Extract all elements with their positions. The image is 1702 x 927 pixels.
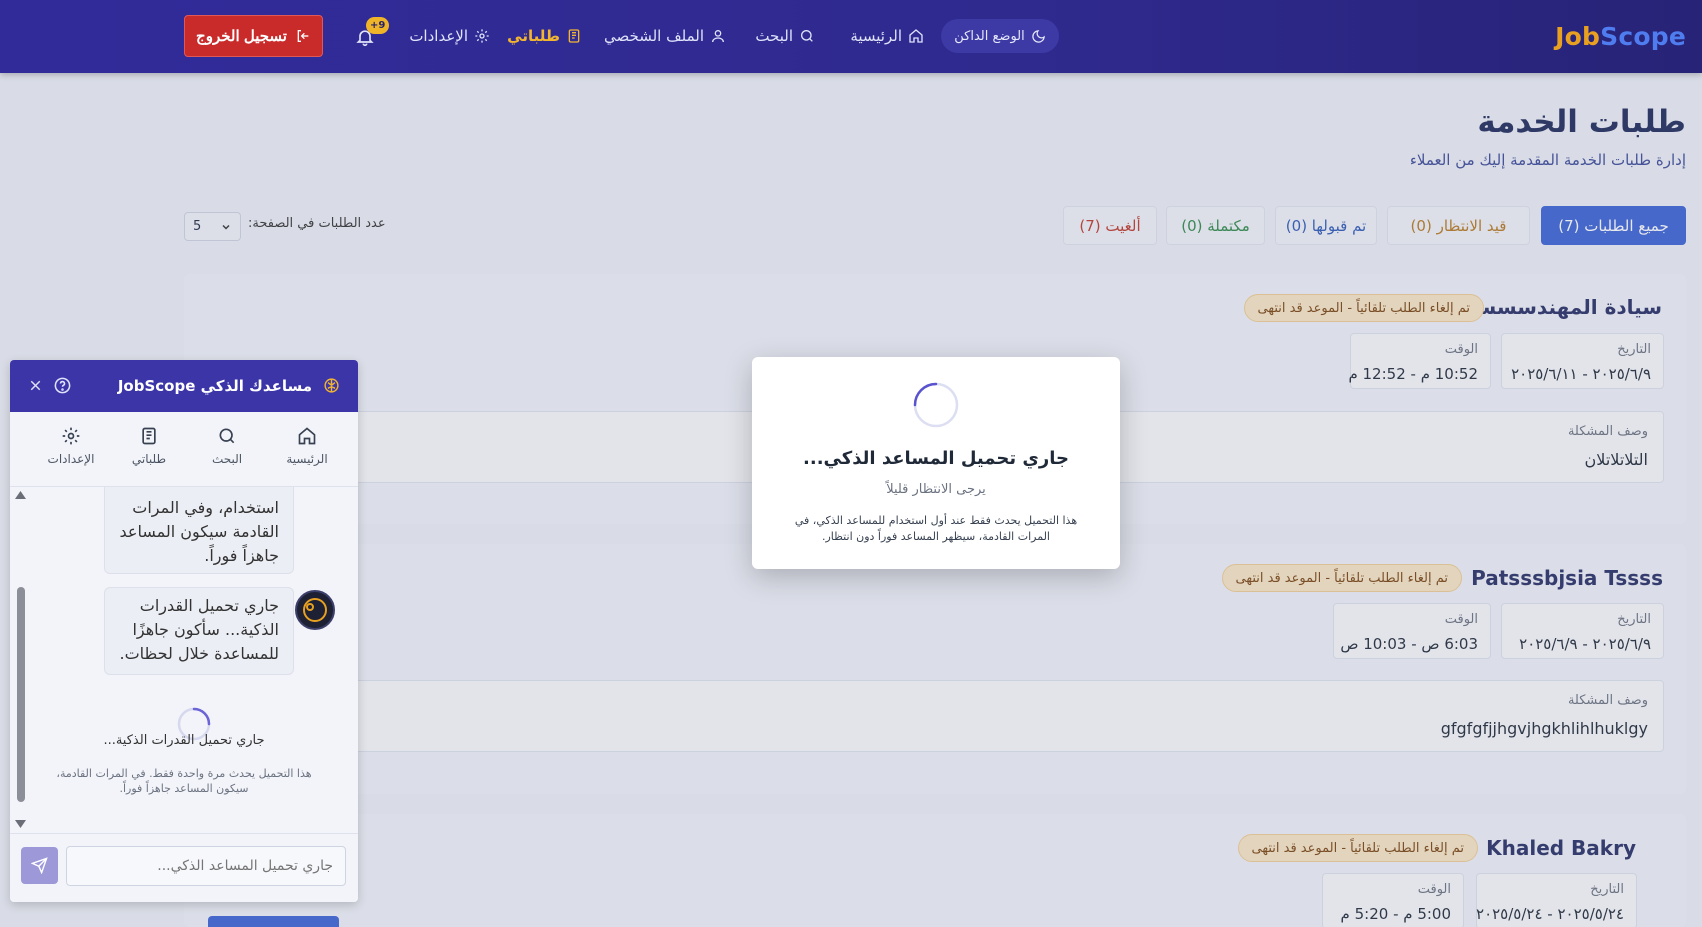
modal-title: جاري تحميل المساعد الذكي... bbox=[803, 448, 1069, 469]
top-navbar: JobScope الوضع الداكن الرئيسية البحث الم… bbox=[0, 0, 1702, 73]
chat-quick-nav: الرئيسية البحث طلباتي الإعدادات bbox=[10, 412, 358, 487]
dark-mode-toggle[interactable]: الوضع الداكن bbox=[941, 19, 1059, 53]
logout-label: تسجيل الخروج bbox=[196, 28, 287, 45]
chat-nav-settings[interactable]: الإعدادات bbox=[39, 426, 103, 466]
gear-icon bbox=[61, 426, 81, 446]
brain-icon bbox=[323, 377, 340, 394]
chat-header: مساعدك الذكي JobScope bbox=[10, 360, 358, 412]
gear-icon bbox=[474, 28, 490, 44]
chat-nav-settings-label: الإعدادات bbox=[47, 452, 95, 466]
ai-assistant-chat: مساعدك الذكي JobScope الرئيسية البحث طلب… bbox=[10, 360, 358, 902]
chat-nav-my-requests[interactable]: طلباتي bbox=[117, 426, 181, 466]
dark-mode-label: الوضع الداكن bbox=[954, 28, 1025, 44]
moon-icon bbox=[1031, 29, 1046, 44]
chat-nav-home-label: الرئيسية bbox=[286, 452, 328, 466]
loading-spinner bbox=[912, 381, 960, 429]
chat-title: مساعدك الذكي JobScope bbox=[117, 377, 312, 395]
nav-my-requests-label: طلباتي bbox=[507, 27, 560, 45]
brand-logo-part1: Job bbox=[1555, 22, 1601, 51]
nav-my-requests[interactable]: طلباتي bbox=[507, 24, 582, 48]
send-icon bbox=[31, 857, 48, 874]
chat-nav-search[interactable]: البحث bbox=[195, 426, 259, 466]
nav-profile[interactable]: الملف الشخصي bbox=[604, 24, 726, 48]
chat-scrollbar[interactable] bbox=[13, 487, 27, 833]
nav-settings[interactable]: الإعدادات bbox=[409, 24, 490, 48]
home-icon bbox=[908, 28, 924, 44]
chat-input-area bbox=[10, 833, 358, 902]
assistant-avatar bbox=[295, 590, 335, 630]
help-icon[interactable] bbox=[53, 376, 72, 395]
nav-settings-label: الإعدادات bbox=[409, 27, 468, 45]
clipboard-icon bbox=[139, 426, 159, 446]
chat-message: جاري تحميل القدرات الذكية... سأكون جاهزً… bbox=[104, 587, 294, 675]
nav-profile-label: الملف الشخصي bbox=[604, 27, 704, 45]
chat-loading-note: هذا التحميل يحدث مرة واحدة فقط. في المرا… bbox=[56, 767, 312, 795]
brand-logo-part2: Scope bbox=[1600, 22, 1686, 51]
chat-message-input[interactable] bbox=[66, 846, 346, 886]
chat-nav-my-requests-label: طلباتي bbox=[131, 452, 167, 466]
ai-loading-modal: جاري تحميل المساعد الذكي... يرجى الانتظا… bbox=[752, 357, 1120, 569]
clipboard-icon bbox=[566, 28, 582, 44]
chat-nav-home[interactable]: الرئيسية bbox=[275, 426, 339, 466]
scroll-up-icon[interactable] bbox=[15, 491, 26, 499]
nav-search-label: البحث bbox=[755, 27, 793, 45]
search-icon bbox=[799, 28, 815, 44]
search-icon bbox=[217, 426, 237, 446]
scrollbar-thumb[interactable] bbox=[17, 587, 25, 802]
nav-home-label: الرئيسية bbox=[850, 27, 902, 45]
home-icon bbox=[297, 426, 317, 446]
brand-logo[interactable]: JobScope bbox=[1555, 22, 1686, 51]
nav-search[interactable]: البحث bbox=[755, 24, 815, 48]
chat-messages: استخدام، وفي المرات القادمة سيكون المساع… bbox=[10, 487, 358, 833]
logout-button[interactable]: تسجيل الخروج bbox=[184, 15, 323, 57]
nav-home[interactable]: الرئيسية bbox=[850, 24, 924, 48]
user-icon bbox=[710, 28, 726, 44]
chat-loading-title: جاري تحميل القدرات الذكية... bbox=[103, 733, 265, 748]
chat-nav-search-label: البحث bbox=[211, 452, 243, 466]
scroll-down-icon[interactable] bbox=[15, 820, 26, 828]
chat-message: استخدام، وفي المرات القادمة سيكون المساع… bbox=[104, 487, 294, 574]
modal-note: هذا التحميل يحدث فقط عند أول استخدام للم… bbox=[794, 514, 1078, 543]
send-button[interactable] bbox=[21, 847, 58, 884]
notification-count-badge: +9 bbox=[366, 17, 390, 34]
close-icon[interactable] bbox=[27, 377, 44, 394]
modal-subtitle: يرجى الانتظار قليلاً bbox=[886, 482, 986, 497]
logout-icon bbox=[295, 28, 311, 44]
